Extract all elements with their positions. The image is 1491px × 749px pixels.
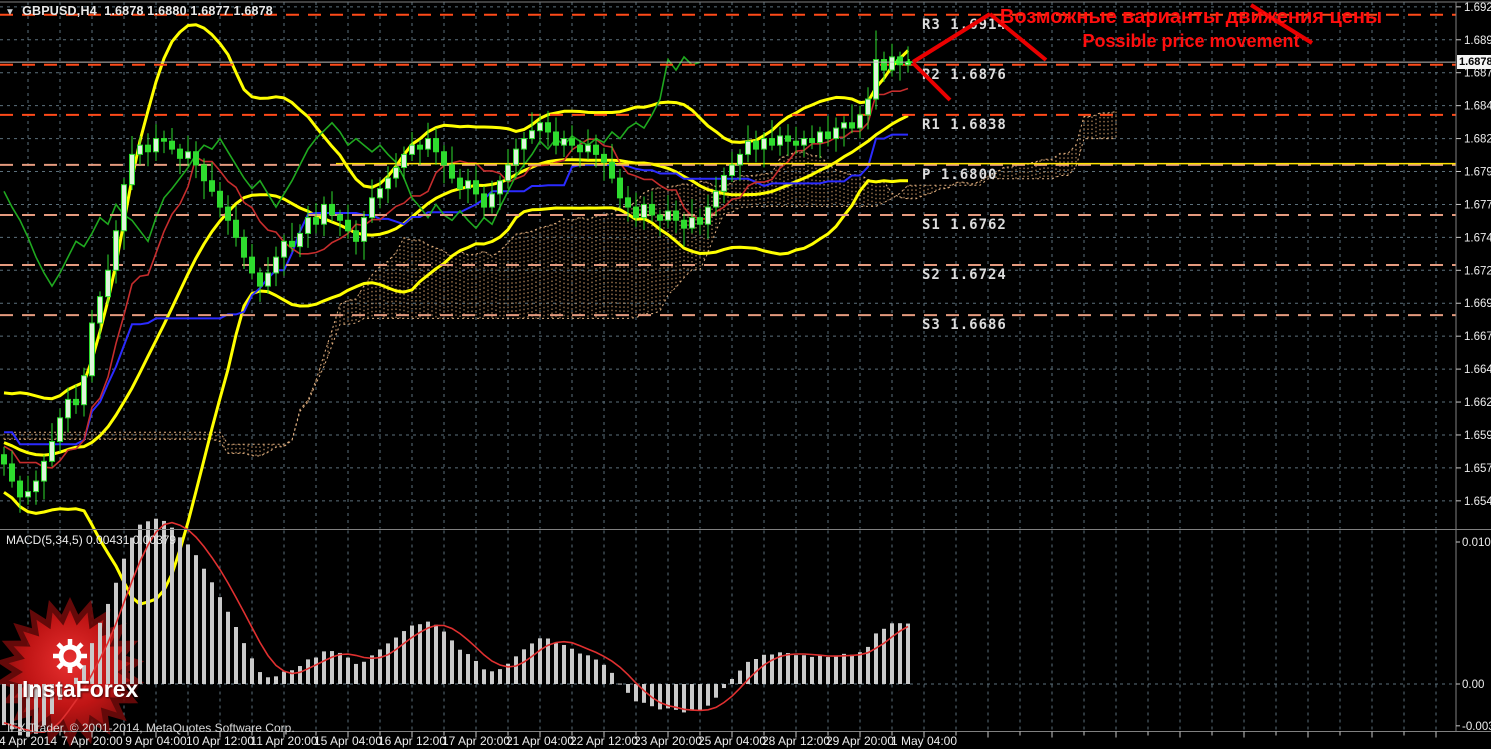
time-axis-label: 1 May 04:00 — [891, 734, 957, 748]
chart-title: ▼ GBPUSD,H4 1.6878 1.6880 1.6877 1.6878 — [5, 4, 273, 18]
instaforex-logo-text: InstaForex — [22, 676, 139, 702]
price-axis-label: 1.6920 — [1464, 2, 1491, 14]
price-axis-label: 1.6870 — [1464, 68, 1491, 80]
price-axis-label: 1.6645 — [1464, 364, 1491, 376]
price-axis-label: 1.6670 — [1464, 331, 1491, 343]
price-axis-label: 1.6745 — [1464, 232, 1491, 244]
pivot-label-s2: S2 1.6724 — [922, 267, 1007, 283]
time-axis-label: 16 Apr 12:00 — [378, 734, 446, 748]
current-price-tag: 1.6878 — [1457, 55, 1491, 69]
time-axis-label: 9 Apr 04:00 — [125, 734, 187, 748]
pivot-label-s3: S3 1.6686 — [922, 317, 1007, 333]
time-axis-label: 15 Apr 04:00 — [314, 734, 382, 748]
time-axis-label: 10 Apr 12:00 — [186, 734, 254, 748]
time-axis-label: 22 Apr 12:00 — [570, 734, 638, 748]
macd-axis-label: 0.01083 — [1462, 537, 1491, 549]
price-chart-canvas[interactable]: R3 1.6914R2 1.6876R1 1.6838P 1.6800S1 1.… — [0, 0, 1491, 749]
price-axis-label: 1.6845 — [1464, 101, 1491, 113]
pivot-label-r2: R2 1.6876 — [922, 67, 1007, 83]
time-axis-label: 4 Apr 2014 — [0, 734, 57, 748]
macd-axis-label: -0.00319 — [1462, 721, 1491, 733]
chart-dropdown-icon: ▼ — [5, 7, 16, 18]
annotation-text-ru: Возможные варианты движения цены — [999, 6, 1383, 28]
price-axis-label: 1.6595 — [1464, 430, 1491, 442]
symbol-period-label: GBPUSD,H4 — [22, 4, 97, 18]
time-axis-label: 25 Apr 04:00 — [698, 734, 766, 748]
price-axis-label: 1.6695 — [1464, 298, 1491, 310]
pivot-label-p: P 1.6800 — [922, 167, 997, 183]
pivot-label-r1: R1 1.6838 — [922, 117, 1007, 133]
axes: 1.6920 1.6895 1.6870 1.6845 1.6820 1.6795 1.67… — [0, 1, 1491, 733]
time-axis-label: 21 Apr 04:00 — [506, 734, 574, 748]
macd-axis-label: 0.00 — [1462, 679, 1484, 691]
macd-histogram — [2, 518, 910, 737]
price-axis-label: 1.6895 — [1464, 35, 1491, 47]
time-axis-label: 11 Apr 20:00 — [250, 734, 317, 748]
annotation-text-en: Possible price movement — [1082, 31, 1300, 51]
price-axis-label: 1.6620 — [1464, 397, 1491, 409]
macd-indicator-label: MACD(5,34,5) 0.00431 0.00379 — [6, 533, 177, 547]
pivot-label-s1: S1 1.6762 — [922, 217, 1007, 233]
chart-window: R3 1.6914 R2 1.6876 R1 1.6838 P 1.6800 S1 1.… — [0, 0, 1491, 749]
price-axis-label: 1.6795 — [1464, 167, 1491, 179]
time-axis-label: 29 Apr 20:00 — [826, 734, 894, 748]
time-axis-label: 23 Apr 20:00 — [634, 734, 702, 748]
price-axis-label: 1.6545 — [1464, 496, 1491, 508]
price-axis-label: 1.6720 — [1464, 265, 1491, 277]
time-axis-label: 28 Apr 12:00 — [762, 734, 830, 748]
time-axis-label: 17 Apr 20:00 — [442, 734, 510, 748]
ohlc-readout: 1.6878 1.6880 1.6877 1.6878 — [104, 4, 273, 18]
price-axis-label: 1.6570 — [1464, 463, 1491, 475]
copyright-text: IFX Trader, © 2001-2014, MetaQuotes Soft… — [7, 721, 295, 735]
price-axis-label: 1.6820 — [1464, 134, 1491, 146]
time-axis-label: 7 Apr 20:00 — [61, 734, 123, 748]
price-axis-label: 1.6770 — [1464, 199, 1491, 211]
